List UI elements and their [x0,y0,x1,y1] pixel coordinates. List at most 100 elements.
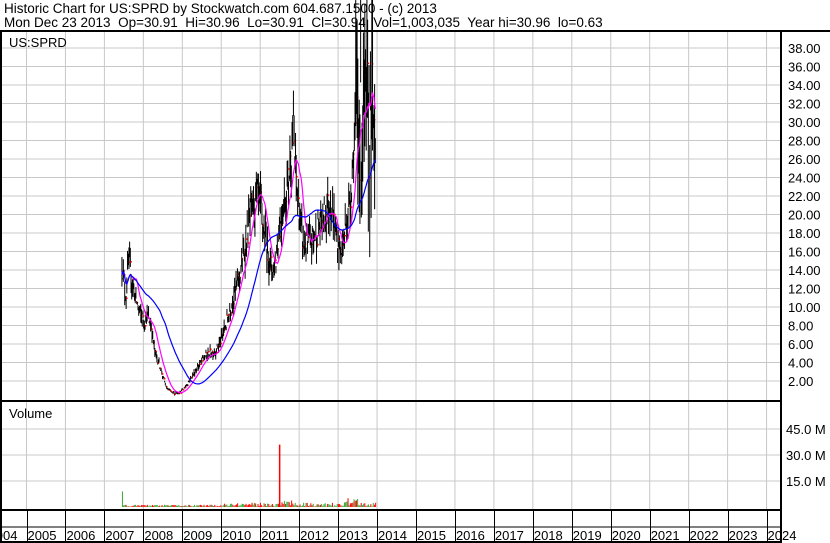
volume-bar [373,504,375,507]
volume-bar [131,506,133,507]
price-tick-label: 4.00 [788,356,813,371]
year-label: 2015 [417,528,446,543]
volume-bar [210,504,212,507]
volume-bar [141,504,143,507]
year-label: 2012 [300,528,329,543]
volume-bar [323,504,325,507]
year-label: 2013 [339,528,368,543]
volume-bar [169,505,171,507]
volume-bar [309,505,311,507]
volume-bar [274,506,276,507]
volume-bar [292,503,294,507]
volume-bar [243,504,245,507]
volume-bar [313,506,315,507]
volume-bar [174,505,176,507]
volume-bar [360,502,362,507]
year-label: 2007 [105,528,134,543]
close-tick [145,324,147,327]
volume-bar [328,504,330,507]
price-tick-label: 34.00 [788,78,821,93]
volume-bar [202,506,204,507]
volume-bar [347,498,349,507]
close-tick [327,194,330,196]
volume-bar [154,504,156,507]
volume-bar [369,506,371,507]
volume-bar [336,503,338,507]
volume-bar [282,503,284,507]
volume-bar [208,505,210,507]
volume-bar [162,506,164,507]
volume-bar [372,502,374,507]
price-tick-label: 24.00 [788,171,821,186]
volume-bar [375,502,377,507]
volume-bar [245,503,247,507]
volume-bar [184,505,186,507]
close-tick [298,197,300,199]
volume-bar [221,506,223,507]
volume-bar [161,505,163,507]
year-label: 2017 [495,528,524,543]
volume-tick-label: 15.0 M [786,474,826,489]
volume-bar [294,502,296,507]
close-tick [367,62,370,65]
year-label: 2004 [0,528,17,543]
close-tick [163,377,166,380]
price-tick-label: 38.00 [788,41,821,56]
volume-bar [198,505,200,507]
volume-bar [286,501,288,507]
volume-bar [348,505,350,507]
grid [0,32,781,509]
volume-bar [240,504,242,507]
volume-bar [349,503,351,507]
volume-bar [185,505,187,507]
volume-bar [345,502,347,507]
volume-bar [269,506,271,507]
year-label: 2005 [28,528,57,543]
volume-bar [300,506,302,507]
year-label: 2016 [456,528,485,543]
volume-bar [273,505,275,507]
close-tick [287,168,290,170]
volume-bar [281,502,283,507]
volume-bar [126,506,128,507]
year-label: 2023 [729,528,758,543]
price-tick-label: 2.00 [788,374,813,389]
volume-bar [341,505,343,507]
volume-bar [358,504,360,507]
close-tick [220,342,223,345]
volume-bar [337,504,339,507]
volume-bar [305,502,307,507]
price-tick-label: 28.00 [788,134,821,149]
volume-bar [333,506,335,507]
volume-bar [156,504,158,507]
volume-bar [329,504,331,507]
close-tick [271,256,273,258]
year-label: 2006 [66,528,95,543]
volume-bar [315,506,317,507]
volume-bar [307,505,309,507]
volume-bar [232,504,234,507]
price-volume-chart: US:SPRD Volume 38.00 36.00 34.00 32.00 30.00 28… [0,0,830,543]
close-tick [126,297,128,300]
close-tick [151,328,153,330]
volume-bar [165,505,167,507]
volume-label: Volume [9,406,52,421]
close-tick [161,373,164,375]
volume-bar [366,505,368,507]
volume-bar [283,501,285,507]
volume-bar [173,505,175,507]
volume-bar [235,504,237,507]
volume-bar [331,502,333,507]
close-tick [142,315,145,317]
volume-bar [175,505,177,507]
volume-bar [353,499,355,507]
price-tick-label: 32.00 [788,97,821,112]
close-tick [350,206,353,208]
close-tick [155,350,158,353]
volume-bar [125,504,127,507]
price-tick-label: 14.00 [788,263,821,278]
volume-bar [364,503,366,507]
volume-bar [179,506,181,507]
volume-bar [239,505,241,507]
year-label: 2020 [612,528,641,543]
